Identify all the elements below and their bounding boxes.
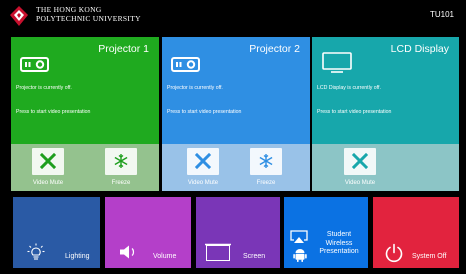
system-off-label: System Off bbox=[412, 253, 447, 260]
snowflake-icon bbox=[114, 154, 128, 168]
lcd-display-panel: LCD Display LCD Display is currently off… bbox=[312, 37, 459, 191]
airplay-icon bbox=[290, 230, 308, 243]
volume-button[interactable]: Volume bbox=[105, 197, 191, 268]
university-name: THE HONG KONG POLYTECHNIC UNIVERSITY bbox=[36, 5, 141, 23]
freeze-box bbox=[105, 148, 137, 175]
android-icon bbox=[293, 249, 307, 262]
lcd-display-start-area[interactable]: LCD Display LCD Display is currently off… bbox=[312, 37, 459, 144]
projector-1-panel: Projector 1 Projector is currently off. … bbox=[11, 37, 159, 191]
lightbulb-icon bbox=[27, 243, 45, 260]
student-wireless-presentation-label: Student Wireless Presentation bbox=[314, 231, 364, 257]
projector-2-panel: Projector 2 Projector is currently off. … bbox=[162, 37, 310, 191]
projector-1-status: Projector is currently off. bbox=[16, 85, 72, 91]
speaker-icon bbox=[120, 245, 135, 259]
video-mute-x-icon bbox=[40, 153, 56, 169]
student-wireless-presentation-button[interactable]: Student Wireless Presentation bbox=[284, 197, 368, 268]
video-mute-label: Video Mute bbox=[32, 180, 64, 186]
student-label-line2: Wireless bbox=[325, 239, 353, 247]
screen-label: Screen bbox=[243, 253, 266, 260]
video-mute-box bbox=[344, 148, 376, 175]
lighting-button[interactable]: Lighting bbox=[13, 197, 100, 268]
lcd-display-prompt: Press to start video presentation bbox=[317, 109, 392, 115]
lcd-display-controls: Video Mute bbox=[312, 144, 459, 191]
projector-icon bbox=[20, 57, 49, 72]
monitor-icon bbox=[322, 52, 352, 73]
freeze-label: Freeze bbox=[256, 180, 276, 186]
projector-2-controls: Video Mute Freeze bbox=[162, 144, 310, 191]
projector-1-title: Projector 1 bbox=[98, 43, 149, 55]
video-mute-x-icon bbox=[195, 153, 211, 169]
header-bar: THE HONG KONG POLYTECHNIC UNIVERSITY TU1… bbox=[0, 0, 466, 30]
projector-icon bbox=[171, 57, 200, 72]
video-mute-label: Video Mute bbox=[344, 180, 376, 186]
video-mute-label: Video Mute bbox=[187, 180, 219, 186]
projector-1-freeze-button[interactable]: Freeze bbox=[99, 146, 143, 190]
university-name-line2: POLYTECHNIC UNIVERSITY bbox=[36, 13, 141, 23]
screen-button[interactable]: Screen bbox=[196, 197, 280, 268]
projector-1-prompt: Press to start video presentation bbox=[16, 109, 91, 115]
video-mute-x-icon bbox=[352, 153, 368, 169]
projector-2-status: Projector is currently off. bbox=[167, 85, 223, 91]
university-logo bbox=[10, 6, 28, 26]
projector-2-start-area[interactable]: Projector 2 Projector is currently off. … bbox=[162, 37, 310, 144]
snowflake-icon bbox=[259, 154, 273, 168]
student-label-line3: Presentation bbox=[319, 248, 359, 255]
freeze-label: Freeze bbox=[111, 180, 131, 186]
student-label-line1: Student bbox=[326, 231, 352, 238]
projector-2-freeze-button[interactable]: Freeze bbox=[244, 146, 288, 190]
projection-screen-icon bbox=[205, 243, 231, 261]
lcd-display-status: LCD Display is currently off. bbox=[317, 85, 381, 91]
projector-1-controls: Video Mute Freeze bbox=[11, 144, 159, 191]
projector-2-title: Projector 2 bbox=[249, 43, 300, 55]
freeze-box bbox=[250, 148, 282, 175]
lighting-label: Lighting bbox=[65, 253, 90, 260]
projector-1-video-mute-button[interactable]: Video Mute bbox=[26, 146, 70, 190]
video-mute-box bbox=[187, 148, 219, 175]
room-code: TU101 bbox=[429, 10, 454, 19]
projector-1-start-area[interactable]: Projector 1 Projector is currently off. … bbox=[11, 37, 159, 144]
power-icon bbox=[385, 243, 403, 263]
lcd-display-video-mute-button[interactable]: Video Mute bbox=[338, 146, 382, 190]
system-off-button[interactable]: System Off bbox=[373, 197, 459, 268]
projector-2-video-mute-button[interactable]: Video Mute bbox=[181, 146, 225, 190]
volume-label: Volume bbox=[153, 253, 177, 260]
projector-2-prompt: Press to start video presentation bbox=[167, 109, 242, 115]
lcd-display-title: LCD Display bbox=[390, 43, 449, 55]
video-mute-box bbox=[32, 148, 64, 175]
